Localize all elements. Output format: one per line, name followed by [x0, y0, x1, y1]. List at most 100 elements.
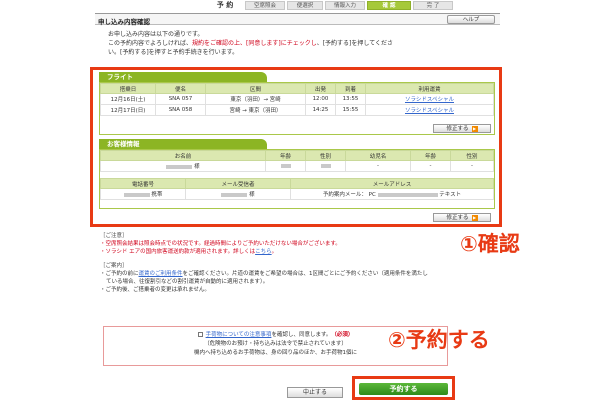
- masked-name: [166, 164, 193, 169]
- customer-col-infant: 幼児名: [345, 150, 411, 161]
- agree-checkbox[interactable]: [197, 332, 203, 337]
- contact-table: 電話番号 メール受信者 メールアドレス 携帯 様 予約案内メール： PC テキス…: [100, 178, 494, 200]
- flight-route: 宮崎 → 東京（羽田）: [205, 104, 306, 116]
- phone-type: 携帯: [151, 192, 163, 198]
- customer-col-age: 年齢: [265, 150, 306, 161]
- mail-device: PC: [368, 192, 376, 198]
- baggage-notes-link[interactable]: 手荷物についての注意事項: [206, 332, 272, 338]
- arrow-right-icon: ▶: [471, 125, 478, 132]
- step-confirm: 確 認: [367, 0, 411, 10]
- guide-2: ている場合、往復割引などの割引運賃が自動的に適用されます）。: [106, 279, 269, 285]
- customer-section-title: お客様情報: [99, 139, 267, 149]
- page-header: 申し込み内容確認 ヘルプ: [95, 13, 500, 26]
- name-suffix: 様: [194, 164, 200, 170]
- flight-date: 12月16日(土): [100, 93, 156, 105]
- intro-line-2: この予約内容でよろしければ、規約をご確認の上、[同意します]にチェックし、[予約…: [108, 39, 438, 48]
- flight-depart: 12:00: [305, 93, 336, 105]
- infant-age: -: [410, 160, 451, 172]
- masked-sex: [320, 163, 331, 168]
- guide-1a: ・ご予約の前に: [100, 271, 139, 277]
- flight-date: 12月17日(日): [100, 104, 156, 116]
- caution-2c: 。: [271, 249, 278, 255]
- annotation-reserve: ②予約する: [388, 328, 490, 352]
- mail-type: 予約案内メール：: [322, 192, 367, 198]
- intro-line-1: お申し込み内容は以下の通りです。: [108, 31, 204, 38]
- flight-arrive: 13:55: [335, 93, 366, 105]
- help-button[interactable]: ヘルプ: [447, 15, 495, 24]
- customer-col-infant-sex: 性別: [450, 150, 494, 161]
- intro-line-2b: 規約をご確認の上、[同意します]にチェックし: [192, 40, 317, 47]
- caution-title: ［ご注意］: [100, 233, 128, 239]
- notes-section: ［ご注意］ ・空席照会結果は照会時点での状況です。経過時間によりご予約いただけな…: [100, 232, 480, 294]
- flight-edit-button[interactable]: 修正する ▶: [433, 124, 491, 133]
- required-badge: （必須）: [331, 332, 354, 338]
- intro-text: お申し込み内容は以下の通りです。 この予約内容でよろしければ、規約をご確認の上、…: [108, 30, 438, 57]
- agree-text: を確認し、同意します。: [271, 332, 332, 338]
- flight-col-fare: 利用運賃: [365, 83, 494, 94]
- annotation-confirm: ①確認: [460, 232, 520, 256]
- customer-edit-button[interactable]: 修正する ▶: [433, 213, 491, 222]
- flight-col-route: 区間: [205, 83, 306, 94]
- step-select-flight: 便選択: [287, 0, 323, 10]
- flight-route: 東京（羽田）→ 宮崎: [205, 93, 306, 105]
- step-complete: 完 了: [413, 0, 453, 10]
- page-title: 申し込み内容確認: [98, 18, 150, 26]
- customer-col-infant-age: 年齢: [410, 150, 451, 161]
- infant-name: -: [345, 160, 411, 172]
- flight-arrive: 15:55: [335, 104, 366, 116]
- guide-title: ［ご案内］: [100, 263, 128, 269]
- caution-2: ・ソラシド エアの国内旅客運送約款が適用されます。詳しくはこちら。: [100, 248, 480, 256]
- customer-sex: [305, 160, 346, 172]
- customer-col-name: お名前: [100, 150, 266, 161]
- customer-col-sex: 性別: [305, 150, 346, 161]
- masked-age: [280, 163, 291, 168]
- caution-2a: ・ソラシド エアの国内旅客運送約款が適用されます。詳しくは: [100, 249, 256, 255]
- customer-section: お名前 年齢 性別 幼児名 年齢 性別 様 - - - 電話番号 メール受信者 …: [99, 149, 495, 209]
- reserve-button[interactable]: 予約する: [359, 383, 448, 395]
- step-input: 情報入力: [325, 0, 365, 10]
- flight-number: SNA 057: [155, 93, 206, 105]
- contact-col-phone: 電話番号: [100, 178, 186, 189]
- contact-phone: 携帯: [100, 188, 186, 200]
- arrow-right-icon: ▶: [471, 214, 478, 221]
- caution-1: ・空席照会結果は照会時点での状況です。経過時間によりご予約いただけない場合がござ…: [100, 241, 341, 247]
- fare-conditions-link[interactable]: 運賃のご利用条件: [139, 271, 183, 277]
- customer-edit-label: 修正する: [446, 215, 469, 221]
- guide-1: ・ご予約の前に運賃のご利用条件をご確認ください。片道の運賃をご希望の場合は、1区…: [100, 270, 480, 278]
- step-search: 空席照会: [245, 0, 285, 10]
- terms-link[interactable]: こちら: [255, 249, 272, 255]
- reserve-highlight: 予約する: [352, 376, 455, 400]
- flight-depart: 14:25: [305, 104, 336, 116]
- mail-format: テキスト: [439, 192, 462, 198]
- steps-label: 予 約: [216, 1, 234, 9]
- masked-receiver: [221, 192, 248, 197]
- progress-steps: 予 約 空席照会 便選択 情報入力 確 認 完 了: [205, 0, 585, 10]
- table-row: 12月16日(土) SNA 057 東京（羽田）→ 宮崎 12:00 13:55…: [100, 93, 494, 105]
- flight-col-arrive: 到着: [335, 83, 366, 94]
- table-row: 12月17日(日) SNA 058 宮崎 → 東京（羽田） 14:25 15:5…: [100, 104, 494, 116]
- receiver-suffix: 様: [249, 192, 255, 198]
- customer-table: お名前 年齢 性別 幼児名 年齢 性別 様 - - -: [100, 150, 494, 172]
- customer-name: 様: [100, 160, 266, 172]
- flight-section-title: フライト: [99, 72, 267, 82]
- table-row: 携帯 様 予約案内メール： PC テキスト: [100, 188, 494, 200]
- guide-3: ・ご予約後、ご搭乗者の変更は承れません。: [100, 287, 210, 293]
- flight-number: SNA 058: [155, 104, 206, 116]
- cancel-button[interactable]: 中止する: [287, 387, 343, 398]
- flight-col-flight: 便名: [155, 83, 206, 94]
- intro-line-3: い。[予約する]を押すと予約手続きを行います。: [108, 49, 239, 56]
- contact-receiver: 様: [185, 188, 291, 200]
- flight-col-depart: 出発: [305, 83, 336, 94]
- table-row: 様 - - -: [100, 160, 494, 172]
- masked-phone: [123, 192, 150, 197]
- flight-col-date: 搭乗日: [100, 83, 156, 94]
- confirmation-card: フライト 搭乗日 便名 区間 出発 到着 利用運賃 12月16日(土) SNA …: [90, 67, 502, 227]
- intro-line-2a: この予約内容でよろしければ、: [108, 40, 193, 47]
- fare-link[interactable]: ソラシドスペシャル: [365, 93, 494, 105]
- flight-edit-label: 修正する: [446, 126, 469, 132]
- intro-line-2c: 、[予約する]を押してくださ: [316, 40, 394, 47]
- contact-col-email: メールアドレス: [290, 178, 494, 189]
- fare-link[interactable]: ソラシドスペシャル: [365, 104, 494, 116]
- infant-sex: -: [450, 160, 494, 172]
- contact-email: 予約案内メール： PC テキスト: [290, 188, 494, 200]
